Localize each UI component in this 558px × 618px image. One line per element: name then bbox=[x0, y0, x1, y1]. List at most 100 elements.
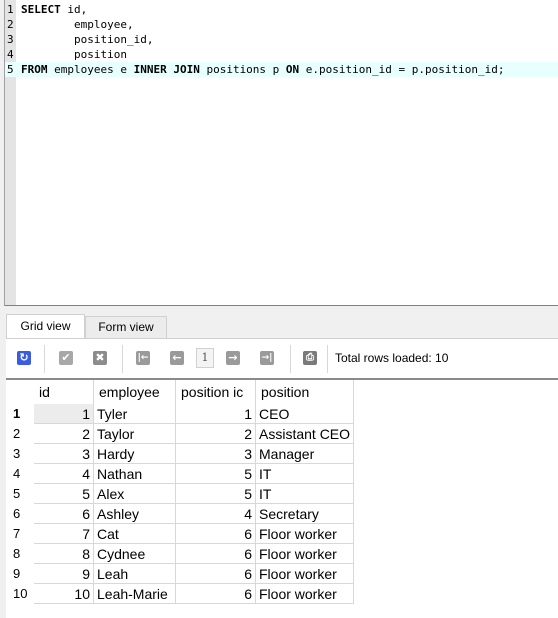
check-icon[interactable]: ✔ bbox=[59, 351, 73, 365]
line-number: 4 bbox=[7, 48, 14, 61]
grid-cell-position-id[interactable]: 1 bbox=[176, 404, 256, 424]
line-number: 2 bbox=[7, 18, 14, 31]
grid-cell-position-id[interactable]: 6 bbox=[176, 584, 256, 604]
last-page-icon[interactable]: →| bbox=[260, 351, 274, 365]
row-number[interactable]: 1 bbox=[6, 404, 34, 424]
row-number[interactable]: 3 bbox=[6, 444, 34, 464]
grid-cell-position-id[interactable]: 2 bbox=[176, 424, 256, 444]
tab-grid-view[interactable]: Grid view bbox=[6, 314, 85, 339]
grid-cell-employee[interactable]: Ashley bbox=[94, 504, 176, 524]
grid-cell-id[interactable]: 8 bbox=[34, 544, 94, 564]
grid-cell-id[interactable]: 3 bbox=[34, 444, 94, 464]
results-panel: ↻ ✔ ✖ |← ← 1 → →| ⎙ Total rows loaded: 1… bbox=[6, 338, 558, 618]
grid-cell-id[interactable]: 5 bbox=[34, 484, 94, 504]
grid-cell-id[interactable]: 6 bbox=[34, 504, 94, 524]
results-grid[interactable]: id employee position ic position 1 1 Tyler 1 CEO… bbox=[6, 378, 558, 618]
column-header-id[interactable]: id bbox=[34, 380, 94, 404]
grid-cell-position-id[interactable]: 6 bbox=[176, 524, 256, 544]
toolbar-separator bbox=[122, 345, 123, 373]
row-number[interactable]: 5 bbox=[6, 484, 34, 504]
sql-token: position bbox=[21, 48, 127, 61]
grid-cell-position[interactable]: CEO bbox=[256, 404, 354, 424]
column-header-position[interactable]: position bbox=[256, 380, 354, 404]
row-number[interactable]: 9 bbox=[6, 564, 34, 584]
code-line[interactable]: 5 FROM employees e INNER JOIN positions p… bbox=[5, 62, 558, 77]
code-line[interactable]: 2 employee, bbox=[5, 17, 558, 32]
grid-cell-position[interactable]: Floor worker bbox=[256, 544, 354, 564]
page-number-field[interactable]: 1 bbox=[196, 348, 214, 368]
grid-cell-id[interactable]: 4 bbox=[34, 464, 94, 484]
grid-cell-position-id[interactable]: 3 bbox=[176, 444, 256, 464]
code-text: employee, bbox=[21, 17, 134, 32]
row-number[interactable]: 10 bbox=[6, 584, 34, 604]
toolbar-separator bbox=[44, 345, 45, 373]
sql-token: id, bbox=[60, 3, 88, 16]
next-page-icon[interactable]: → bbox=[226, 351, 240, 365]
code-line[interactable]: 4 position bbox=[5, 47, 558, 62]
code-text: SELECT id, bbox=[21, 2, 87, 17]
grid-cell-employee[interactable]: Tyler bbox=[94, 404, 176, 424]
grid-cell-position[interactable]: Assistant CEO bbox=[256, 424, 354, 444]
line-number: 5 bbox=[7, 63, 14, 76]
grid-cell-employee[interactable]: Nathan bbox=[94, 464, 176, 484]
grid-cell-id[interactable]: 7 bbox=[34, 524, 94, 544]
sql-keyword: INNER JOIN bbox=[133, 63, 200, 76]
column-header-employee[interactable]: employee bbox=[94, 380, 176, 404]
grid-cell-position[interactable]: Secretary bbox=[256, 504, 354, 524]
row-number[interactable]: 8 bbox=[6, 544, 34, 564]
sql-token: employee, bbox=[21, 18, 134, 31]
grid-cell-position-id[interactable]: 5 bbox=[176, 464, 256, 484]
grid-cell-employee[interactable]: Alex bbox=[94, 484, 176, 504]
row-number[interactable]: 6 bbox=[6, 504, 34, 524]
row-number[interactable]: 2 bbox=[6, 424, 34, 444]
code-line[interactable]: 3 position_id, bbox=[5, 32, 558, 47]
grid-cell-position[interactable]: IT bbox=[256, 484, 354, 504]
grid-cell-employee[interactable]: Leah-Marie bbox=[94, 584, 176, 604]
grid-cell-employee[interactable]: Hardy bbox=[94, 444, 176, 464]
total-rows-label: Total rows loaded: 10 bbox=[335, 351, 449, 365]
grid-cell-id[interactable]: 2 bbox=[34, 424, 94, 444]
toolbar-separator bbox=[290, 345, 291, 373]
line-number: 1 bbox=[7, 3, 14, 16]
prev-page-icon[interactable]: ← bbox=[170, 351, 184, 365]
grid-cell-position[interactable]: Manager bbox=[256, 444, 354, 464]
grid-cell-employee[interactable]: Leah bbox=[94, 564, 176, 584]
code-line[interactable]: 1 SELECT id, bbox=[5, 2, 558, 17]
sql-editor[interactable]: 1 SELECT id, 2 employee, 3 position_id, 4 po… bbox=[4, 0, 558, 306]
refresh-icon[interactable]: ↻ bbox=[17, 351, 31, 365]
sql-keyword: ON bbox=[285, 63, 300, 76]
sql-keyword: FROM bbox=[21, 63, 48, 76]
column-header-position-id[interactable]: position ic bbox=[176, 380, 256, 404]
grid-cell-employee[interactable]: Taylor bbox=[94, 424, 176, 444]
cancel-icon[interactable]: ✖ bbox=[93, 351, 107, 365]
print-icon[interactable]: ⎙ bbox=[303, 351, 317, 365]
sql-token: position_id, bbox=[21, 33, 154, 46]
results-toolbar: ↻ ✔ ✖ |← ← 1 → →| ⎙ Total rows loaded: 1… bbox=[6, 339, 558, 378]
grid-cell-id[interactable]: 1 bbox=[34, 404, 94, 424]
grid-cell-position-id[interactable]: 6 bbox=[176, 544, 256, 564]
grid-cell-id[interactable]: 9 bbox=[34, 564, 94, 584]
grid-cell-position[interactable]: Floor worker bbox=[256, 584, 354, 604]
sql-keyword: SELECT bbox=[21, 3, 61, 16]
grid-cell-position[interactable]: IT bbox=[256, 464, 354, 484]
grid-cell-id[interactable]: 10 bbox=[34, 584, 94, 604]
sql-token: e.position_id = p.position_id; bbox=[299, 63, 505, 76]
first-page-icon[interactable]: |← bbox=[136, 351, 150, 365]
toolbar-separator bbox=[327, 345, 328, 373]
sql-token: employees e bbox=[47, 63, 134, 76]
code-text: FROM employees e INNER JOIN positions p … bbox=[21, 62, 504, 77]
grid-cell-position-id[interactable]: 5 bbox=[176, 484, 256, 504]
sql-token: positions p bbox=[199, 63, 286, 76]
line-number: 3 bbox=[7, 33, 14, 46]
grid-cell-position-id[interactable]: 6 bbox=[176, 564, 256, 584]
code-text: position_id, bbox=[21, 32, 153, 47]
tab-form-view[interactable]: Form view bbox=[85, 316, 167, 338]
grid-cell-position-id[interactable]: 4 bbox=[176, 504, 256, 524]
grid-cell-position[interactable]: Floor worker bbox=[256, 564, 354, 584]
row-number[interactable]: 7 bbox=[6, 524, 34, 544]
row-number[interactable]: 4 bbox=[6, 464, 34, 484]
code-text: position bbox=[21, 47, 127, 62]
grid-cell-employee[interactable]: Cat bbox=[94, 524, 176, 544]
grid-cell-position[interactable]: Floor worker bbox=[256, 524, 354, 544]
grid-cell-employee[interactable]: Cydnee bbox=[94, 544, 176, 564]
